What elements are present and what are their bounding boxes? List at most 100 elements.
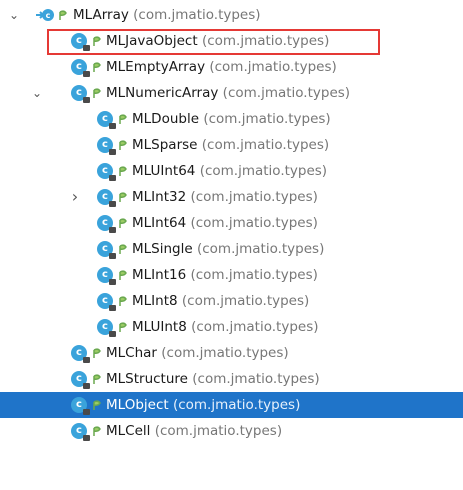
class-name: MLStructure [106,371,188,387]
class-name: MLInt64 [132,215,187,231]
leaf-icon [93,88,101,98]
tree-node-label: MLInt64 (com.jmatio.types) [132,210,318,236]
lock-icon [109,175,116,181]
leaf-icon [119,114,127,124]
class-icon: c [97,319,116,337]
package-name: (com.jmatio.types) [190,189,318,205]
tree-node[interactable]: ⌄ c MLNumericArray (com.jmatio.types) [0,80,463,106]
tree-node[interactable]: c MLEmptyArray (com.jmatio.types) [0,54,463,80]
package-name: (com.jmatio.types) [199,163,328,179]
class-icon: c [97,137,116,155]
leaf-icon [119,322,127,332]
class-name: MLJavaObject [106,33,198,49]
tree-node[interactable]: c MLStructure (com.jmatio.types) [0,366,463,392]
tree-node-label: MLInt16 (com.jmatio.types) [132,262,318,288]
tree-node-label: MLSingle (com.jmatio.types) [132,236,324,262]
lock-icon [109,123,116,129]
lock-icon [109,149,116,155]
tree-node-label: MLNumericArray (com.jmatio.types) [106,80,350,106]
leaf-icon [93,36,101,46]
tree-node-label: MLDouble (com.jmatio.types) [132,106,331,132]
package-name: (com.jmatio.types) [133,7,261,23]
lock-icon [109,279,116,285]
class-icon: c [71,371,90,389]
leaf-icon [119,218,127,228]
tree-node-label: MLObject (com.jmatio.types) [106,392,300,418]
tree-node[interactable]: c MLSparse (com.jmatio.types) [0,132,463,158]
class-icon: c [97,163,116,181]
hierarchy-tree: ⌄ c MLArray (com.jmatio.types) c MLJavaObjec… [0,2,463,444]
tree-node-label: MLInt8 (com.jmatio.types) [132,288,309,314]
class-name: MLArray [73,7,129,23]
chevron-right-icon[interactable]: › [68,184,82,210]
lock-icon [83,45,90,51]
tree-node-label: MLCell (com.jmatio.types) [106,418,282,444]
abstract-class-icon: c [36,9,54,21]
leaf-icon [93,426,101,436]
class-icon: c [71,423,90,441]
class-name: MLNumericArray [106,85,219,101]
tree-node[interactable]: c MLDouble (com.jmatio.types) [0,106,463,132]
package-name: (com.jmatio.types) [201,137,330,153]
class-name: MLObject [106,397,169,413]
tree-node[interactable]: c MLSingle (com.jmatio.types) [0,236,463,262]
leaf-icon [119,192,127,202]
tree-node[interactable]: ⌄ c MLArray (com.jmatio.types) [0,2,463,28]
leaf-icon [93,62,101,72]
tree-node-label: MLEmptyArray (com.jmatio.types) [106,54,337,80]
leaf-icon [93,400,101,410]
lock-icon [109,331,116,337]
leaf-icon [93,348,101,358]
class-name: MLEmptyArray [106,59,206,75]
class-icon: c [71,345,90,363]
package-name: (com.jmatio.types) [196,241,325,257]
package-name: (com.jmatio.types) [172,397,301,413]
class-icon: c [71,59,90,77]
lock-icon [109,227,116,233]
package-name: (com.jmatio.types) [201,33,330,49]
tree-node[interactable]: c MLChar (com.jmatio.types) [0,340,463,366]
class-icon: c [71,85,90,103]
package-name: (com.jmatio.types) [190,267,318,283]
tree-node-label: MLArray (com.jmatio.types) [73,2,261,28]
tree-node-label: MLSparse (com.jmatio.types) [132,132,329,158]
tree-node[interactable]: c MLJavaObject (com.jmatio.types) [0,28,463,55]
tree-node[interactable]: c MLUInt64 (com.jmatio.types) [0,158,463,184]
class-icon: c [97,293,116,311]
leaf-icon [119,140,127,150]
tree-node[interactable]: c MLInt64 (com.jmatio.types) [0,210,463,236]
package-name: (com.jmatio.types) [191,319,319,335]
chevron-down-icon[interactable]: ⌄ [7,2,21,28]
package-name: (com.jmatio.types) [222,85,351,101]
lock-icon [83,435,90,441]
class-icon: c [71,33,90,51]
class-icon: c [97,241,116,259]
class-name: MLInt8 [132,293,178,309]
package-name: (com.jmatio.types) [203,111,331,127]
lock-icon [109,253,116,259]
lock-icon [83,409,90,415]
class-icon: c [97,189,116,207]
tree-node[interactable]: c MLObject (com.jmatio.types) [0,392,463,418]
tree-node[interactable]: c MLInt16 (com.jmatio.types) [0,262,463,288]
tree-node-label: MLUInt64 (com.jmatio.types) [132,158,327,184]
tree-node-label: MLChar (com.jmatio.types) [106,340,289,366]
leaf-icon [119,166,127,176]
tree-node-label: MLJavaObject (com.jmatio.types) [106,28,329,54]
tree-node[interactable]: › c MLInt32 (com.jmatio.types) [0,184,463,210]
class-name: MLUInt64 [132,163,196,179]
class-name: MLSingle [132,241,193,257]
tree-node[interactable]: c MLInt8 (com.jmatio.types) [0,288,463,314]
tree-node[interactable]: c MLCell (com.jmatio.types) [0,418,463,444]
class-name: MLCell [106,423,151,439]
leaf-icon [119,296,127,306]
class-name: MLInt32 [132,189,187,205]
lock-icon [83,383,90,389]
tree-node[interactable]: c MLUInt8 (com.jmatio.types) [0,314,463,340]
leaf-icon [59,10,67,20]
class-name: MLUInt8 [132,319,187,335]
chevron-down-icon[interactable]: ⌄ [30,80,44,106]
package-name: (com.jmatio.types) [190,215,318,231]
package-name: (com.jmatio.types) [154,423,283,439]
package-name: (com.jmatio.types) [181,293,310,309]
